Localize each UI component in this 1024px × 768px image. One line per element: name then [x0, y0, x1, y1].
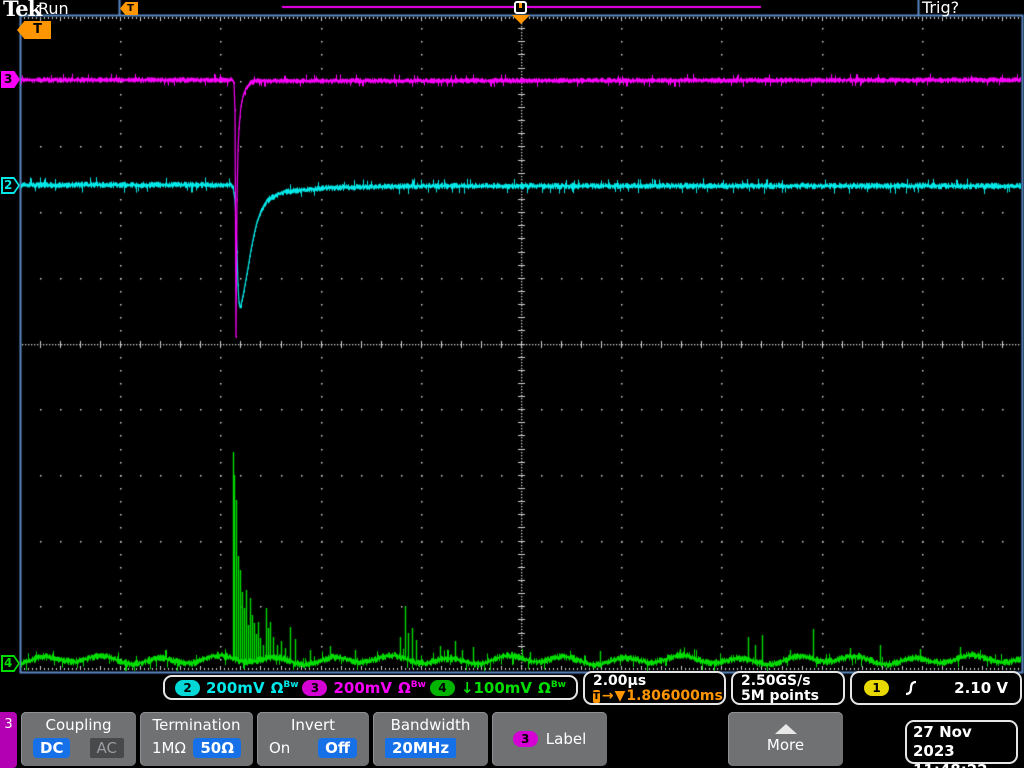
trigger-status: Trig? [922, 0, 960, 17]
ch2-scale: 200mV [206, 678, 265, 697]
ch4-badge: 4 [429, 679, 455, 696]
bandwidth-title: Bandwidth [390, 716, 471, 734]
date-value: 27 Nov 2023 [913, 723, 972, 760]
timebase-scale: 2.00µs [593, 673, 647, 689]
sample-rate: 2.50GS/s [741, 673, 811, 689]
ch2-marker-label: 2 [4, 178, 13, 192]
invert-on-option[interactable]: On [269, 739, 290, 757]
ch2-impedance: ΩBw [270, 678, 299, 697]
coupling-button[interactable]: Coupling DC AC [21, 712, 136, 766]
ch3-reference-marker[interactable]: 3 [1, 71, 20, 88]
label-button[interactable]: 3 Label [492, 712, 607, 766]
time-value: 11:48:22 [913, 761, 1010, 768]
termination-50-option[interactable]: 50Ω [193, 738, 241, 758]
tek-logo: Tek [3, 0, 42, 21]
ch2-badge: 2 [175, 679, 200, 696]
termination-button[interactable]: Termination 1MΩ 50Ω [140, 712, 253, 766]
more-button[interactable]: More [728, 712, 843, 766]
more-up-triangle-icon [774, 724, 797, 734]
record-window-bar [519, 3, 522, 8]
acquisition-readout[interactable]: 2.50GS/s 5M points [731, 671, 845, 705]
trigger-level-value: 2.10 V [954, 679, 1008, 697]
oscilloscope-screen: Tek Run Trig? T T 3 2 4 2 200mV ΩBw 3 20… [0, 0, 1024, 768]
invert-title: Invert [290, 716, 336, 734]
ch4-marker-label: 4 [4, 656, 13, 670]
coupling-title: Coupling [45, 716, 112, 734]
ch3-readout[interactable]: 3 200mV ΩBw [302, 679, 426, 697]
trigger-readout[interactable]: 1 2.10 V [850, 671, 1022, 705]
trigger-position-icon[interactable] [512, 15, 530, 24]
delay-trigger-icon: T [593, 690, 600, 703]
ch4-invert-arrow: ↓ [460, 678, 474, 697]
ch3-marker-label: 3 [4, 72, 13, 86]
ch4-readout[interactable]: 4 ↓100mV ΩBw [429, 678, 566, 697]
bandwidth-value[interactable]: 20MHz [385, 738, 457, 758]
trigger-delay: T → ▼ 1.806000ms [593, 688, 723, 704]
more-title: More [766, 736, 805, 754]
ch2-readout[interactable]: 2 200mV ΩBw [175, 679, 299, 697]
ch3-bw-limit: Bw [410, 679, 426, 690]
label-channel-badge: 3 [512, 731, 538, 747]
datetime-box: 27 Nov 2023 11:48:22 [905, 720, 1018, 768]
bandwidth-button[interactable]: Bandwidth 20MHz [373, 712, 488, 766]
menu-channel-tab[interactable]: 3 [0, 712, 17, 768]
termination-1m-option[interactable]: 1MΩ [152, 739, 186, 757]
delay-value: 1.806000ms [626, 688, 723, 704]
ch4-reference-marker[interactable]: 4 [1, 655, 20, 672]
trigger-source-badge: 1 [864, 680, 889, 696]
invert-button[interactable]: Invert On Off [257, 712, 369, 766]
termination-title: Termination [152, 716, 241, 734]
record-length: 5M points [741, 688, 819, 704]
acquisition-status: Run [38, 0, 69, 18]
ch3-scale: 200mV [333, 678, 393, 697]
ch3-badge: 3 [302, 679, 328, 696]
ch4-bw-limit: Bw [550, 679, 566, 690]
coupling-ac-option[interactable]: AC [89, 738, 124, 758]
ch2-reference-marker[interactable]: 2 [1, 177, 20, 194]
ch2-bw-limit: Bw [283, 679, 299, 690]
label-title: Label [545, 730, 587, 748]
ch4-impedance: ΩBw [538, 678, 566, 697]
ch4-scale: ↓100mV [460, 678, 533, 697]
channel-readouts: 2 200mV ΩBw 3 200mV ΩBw 4 ↓100mV ΩBw [163, 675, 578, 700]
coupling-dc-option[interactable]: DC [33, 738, 71, 758]
horizontal-readout[interactable]: 2.00µs T → ▼ 1.806000ms [583, 671, 726, 705]
invert-off-option[interactable]: Off [318, 738, 357, 758]
record-window-marker[interactable] [514, 1, 527, 14]
ch3-impedance: ΩBw [398, 678, 426, 697]
graticule-canvas [0, 0, 1024, 768]
rising-edge-icon [905, 680, 917, 696]
